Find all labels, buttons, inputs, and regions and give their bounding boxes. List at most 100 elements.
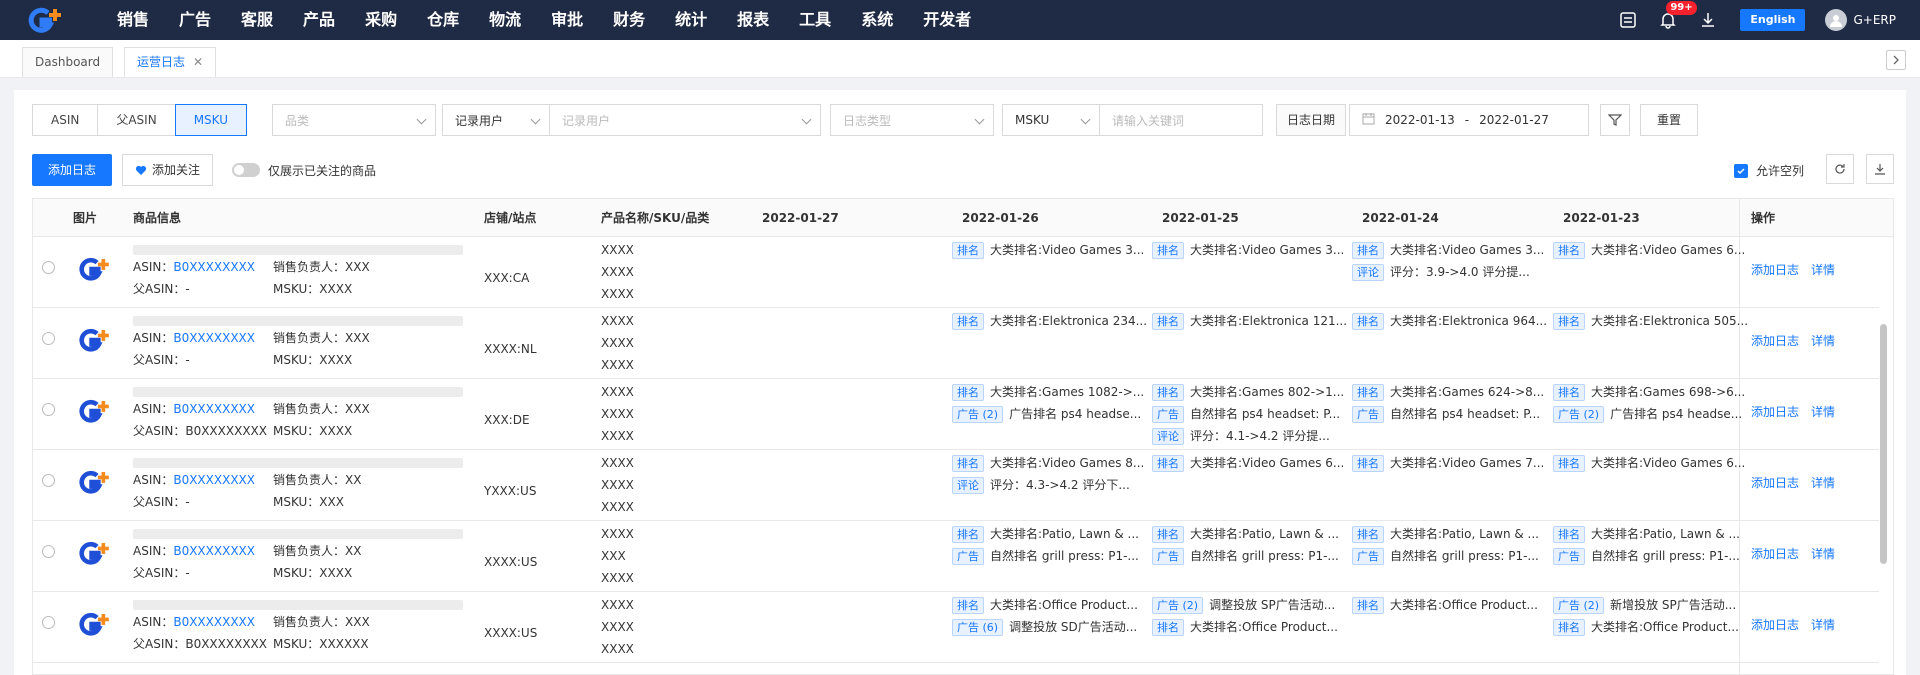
nav-item[interactable]: 采购 (350, 0, 412, 40)
detail-link[interactable]: 详情 (1811, 476, 1835, 490)
log-entry[interactable]: 排名 大类排名:Office Product... (952, 594, 1148, 616)
reset-button[interactable]: 重置 (1640, 104, 1699, 136)
log-entry[interactable]: 排名 大类排名:Video Games 3... (952, 239, 1148, 261)
nav-item[interactable]: 产品 (288, 0, 350, 40)
add-follow-button[interactable]: 添加关注 (122, 154, 214, 186)
more-icon[interactable] (1886, 50, 1906, 70)
log-entry[interactable]: 排名 大类排名:Video Games 8... (952, 452, 1148, 474)
asin-link[interactable]: B0XXXXXXXX (173, 615, 255, 629)
asin-link[interactable]: B0XXXXXXXX (173, 331, 255, 345)
export-button[interactable] (1866, 154, 1894, 184)
log-entry[interactable]: 排名 大类排名:Patio, Lawn & ... (1553, 523, 1749, 545)
add-log-link[interactable]: 添加日志 (1751, 263, 1799, 277)
date-range-picker[interactable]: 2022-01-13 - 2022-01-27 (1349, 104, 1589, 136)
nav-item[interactable]: 客服 (226, 0, 288, 40)
asin-link[interactable]: B0XXXXXXXX (173, 260, 255, 274)
log-entry[interactable]: 广告 自然排名 grill press: P1-... (1352, 545, 1548, 567)
user-menu[interactable]: G+ERP (1825, 9, 1896, 31)
row-favorite-toggle[interactable] (42, 616, 55, 629)
log-entry[interactable]: 排名 大类排名:Video Games 7... (1352, 452, 1548, 474)
segment-parent-asin[interactable]: 父ASIN (97, 104, 176, 136)
nav-item[interactable]: 审批 (536, 0, 598, 40)
log-entry[interactable]: 广告 (6) 调整投放 SD广告活动... (952, 616, 1148, 638)
log-entry[interactable]: 排名 大类排名:Games 698->6... (1553, 381, 1749, 403)
detail-link[interactable]: 详情 (1811, 334, 1835, 348)
log-type-select[interactable]: 日志类型 (830, 104, 994, 136)
tab-operation-log[interactable]: 运营日志 ✕ (124, 47, 217, 77)
recorder-select[interactable]: 记录用户 (549, 104, 821, 136)
add-log-link[interactable]: 添加日志 (1751, 618, 1799, 632)
advanced-filter-button[interactable] (1600, 104, 1630, 136)
allow-empty-checkbox[interactable]: 允许空列 (1734, 162, 1804, 179)
log-entry[interactable]: 评论 评分：4.1->4.2 评分提... (1152, 425, 1348, 447)
log-entry[interactable]: 排名 大类排名:Elektronica 964... (1352, 310, 1548, 332)
log-entry[interactable]: 排名 大类排名:Video Games 6... (1152, 452, 1348, 474)
asin-link[interactable]: B0XXXXXXXX (173, 402, 255, 416)
log-entry[interactable]: 评论 评分：4.3->4.2 评分下... (952, 474, 1148, 496)
nav-item[interactable]: 销售 (102, 0, 164, 40)
bell-icon[interactable]: 99+ (1658, 1, 1697, 30)
log-entry[interactable]: 排名 大类排名:Games 1082->... (952, 381, 1148, 403)
detail-link[interactable]: 详情 (1811, 405, 1835, 419)
log-entry[interactable]: 广告 (2) 调整投放 SP广告活动... (1152, 594, 1348, 616)
nav-item[interactable]: 开发者 (908, 0, 986, 40)
log-entry[interactable]: 广告 (2) 广告排名 ps4 headse... (952, 403, 1148, 425)
detail-link[interactable]: 详情 (1811, 547, 1835, 561)
log-entry[interactable]: 排名 大类排名:Video Games 6... (1553, 452, 1749, 474)
log-entry[interactable]: 排名 大类排名:Video Games 3... (1352, 239, 1548, 261)
refresh-button[interactable] (1826, 154, 1854, 184)
nav-item[interactable]: 财务 (598, 0, 660, 40)
row-favorite-toggle[interactable] (42, 332, 55, 345)
log-entry[interactable]: 排名 大类排名:Patio, Lawn & ... (952, 523, 1148, 545)
nav-item[interactable]: 报表 (722, 0, 784, 40)
tab-dashboard[interactable]: Dashboard (22, 47, 114, 77)
asin-link[interactable]: B0XXXXXXXX (173, 544, 255, 558)
log-entry[interactable]: 排名 大类排名:Patio, Lawn & ... (1352, 523, 1548, 545)
row-favorite-toggle[interactable] (42, 403, 55, 416)
add-log-button[interactable]: 添加日志 (32, 154, 113, 186)
download-icon[interactable] (1698, 10, 1718, 30)
log-entry[interactable]: 排名 大类排名:Video Games 3... (1152, 239, 1348, 261)
log-entry[interactable]: 广告 自然排名 ps4 headset: P... (1352, 403, 1548, 425)
nav-item[interactable]: 广告 (164, 0, 226, 40)
log-entry[interactable]: 广告 自然排名 grill press: P1-... (1553, 545, 1749, 567)
nav-item[interactable]: 仓库 (412, 0, 474, 40)
nav-item[interactable]: 系统 (846, 0, 908, 40)
row-favorite-toggle[interactable] (42, 545, 55, 558)
nav-item[interactable]: 工具 (784, 0, 846, 40)
task-list-icon[interactable] (1618, 10, 1638, 30)
category-select[interactable]: 品类 (272, 104, 436, 136)
add-log-link[interactable]: 添加日志 (1751, 405, 1799, 419)
row-favorite-toggle[interactable] (42, 474, 55, 487)
log-entry[interactable]: 广告 自然排名 grill press: P1-... (1152, 545, 1348, 567)
log-entry[interactable]: 排名 大类排名:Elektronica 234... (952, 310, 1148, 332)
log-entry[interactable]: 排名 大类排名:Patio, Lawn & ... (1152, 523, 1348, 545)
only-followed-toggle[interactable] (232, 163, 260, 177)
log-entry[interactable]: 排名 大类排名:Office Product... (1553, 616, 1749, 638)
asin-link[interactable]: B0XXXXXXXX (173, 473, 255, 487)
log-entry[interactable]: 排名 大类排名:Elektronica 505... (1553, 310, 1749, 332)
log-entry[interactable]: 广告 自然排名 ps4 headset: P... (1152, 403, 1348, 425)
nav-item[interactable]: 物流 (474, 0, 536, 40)
segment-msku[interactable]: MSKU (174, 104, 247, 136)
keyword-input[interactable]: 请输入关键词 (1099, 104, 1263, 136)
nav-item[interactable]: 统计 (660, 0, 722, 40)
close-icon[interactable]: ✕ (193, 55, 203, 69)
search-field-select[interactable]: MSKU (1002, 104, 1100, 136)
table-scrollbar[interactable] (1880, 324, 1887, 564)
log-entry[interactable]: 排名 大类排名:Office Product... (1152, 616, 1348, 638)
add-log-link[interactable]: 添加日志 (1751, 547, 1799, 561)
log-entry[interactable]: 排名 大类排名:Games 624->8... (1352, 381, 1548, 403)
row-favorite-toggle[interactable] (42, 261, 55, 274)
app-logo[interactable] (20, 0, 76, 40)
log-entry[interactable]: 排名 大类排名:Video Games 6... (1553, 239, 1749, 261)
log-entry[interactable]: 评论 评分：3.9->4.0 评分提... (1352, 261, 1548, 283)
language-button[interactable]: English (1740, 9, 1806, 31)
log-entry[interactable]: 广告 自然排名 grill press: P1-... (952, 545, 1148, 567)
log-entry[interactable]: 广告 (2) 广告排名 ps4 headse... (1553, 403, 1749, 425)
log-entry[interactable]: 排名 大类排名:Office Product... (1352, 594, 1548, 616)
add-log-link[interactable]: 添加日志 (1751, 476, 1799, 490)
log-entry[interactable]: 排名 大类排名:Games 802->1... (1152, 381, 1348, 403)
log-entry[interactable]: 排名 大类排名:Elektronica 121... (1152, 310, 1348, 332)
segment-asin[interactable]: ASIN (32, 104, 99, 136)
